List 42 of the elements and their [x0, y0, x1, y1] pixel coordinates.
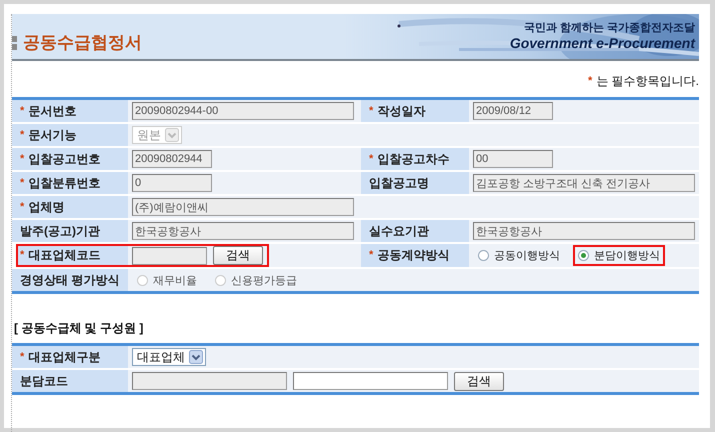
required-mark: *: [369, 152, 374, 166]
field-label: 실수요기관: [369, 222, 429, 240]
bullet-icon: [12, 36, 17, 50]
field-label: 발주(공고)기관: [20, 222, 100, 240]
required-mark: *: [20, 104, 24, 118]
field-label: 공동계약방식: [377, 247, 450, 264]
field-label: 입찰분류번호: [28, 174, 100, 192]
field-label: 문서번호: [28, 102, 76, 120]
field-label: 문서기능: [28, 126, 76, 144]
required-mark: *: [588, 75, 592, 87]
banner-slogan: Government e-Procurement: [510, 35, 695, 51]
radio-label: 분담이행방식: [594, 249, 660, 263]
page-title: 공동수급협정서: [23, 32, 142, 54]
dropdown[interactable]: 대표업체: [132, 348, 206, 366]
radio-label: 재무비율: [153, 274, 197, 288]
radio-label: 공동이행방식: [494, 249, 560, 263]
field-label: 분담코드: [20, 372, 68, 390]
field-label: 입찰공고명: [369, 174, 429, 192]
required-mark: *: [20, 200, 24, 214]
field-label: 입찰공고차수: [377, 150, 450, 168]
required-mark: *: [20, 176, 24, 190]
field-label: 대표업체코드: [28, 247, 100, 264]
field-label: 대표업체구분: [28, 348, 100, 366]
section-title: [ 공동수급체 및 구성원 ]: [13, 320, 144, 337]
search-button[interactable]: 검색: [213, 246, 263, 265]
required-note: 는 필수항목입니다.: [596, 72, 699, 90]
required-mark: *: [20, 248, 24, 263]
field-label: 경영상태 평가방식: [20, 272, 120, 288]
field-label: 작성일자: [377, 102, 426, 120]
radio-button[interactable]: [478, 250, 489, 261]
required-mark: *: [369, 104, 374, 118]
field-label: 입찰공고번호: [28, 150, 100, 168]
search-button[interactable]: 검색: [454, 372, 504, 390]
radio-label: 신용평가등급: [231, 274, 297, 288]
radio-button[interactable]: [578, 250, 589, 261]
required-mark: *: [20, 128, 24, 142]
text-field[interactable]: [293, 372, 448, 390]
required-mark: *: [369, 248, 374, 263]
field-label: 업체명: [28, 198, 64, 216]
required-mark: *: [20, 350, 24, 364]
required-mark: *: [20, 152, 24, 166]
banner-slogan: 국민과 함께하는 국가종합전자조달: [524, 21, 695, 35]
